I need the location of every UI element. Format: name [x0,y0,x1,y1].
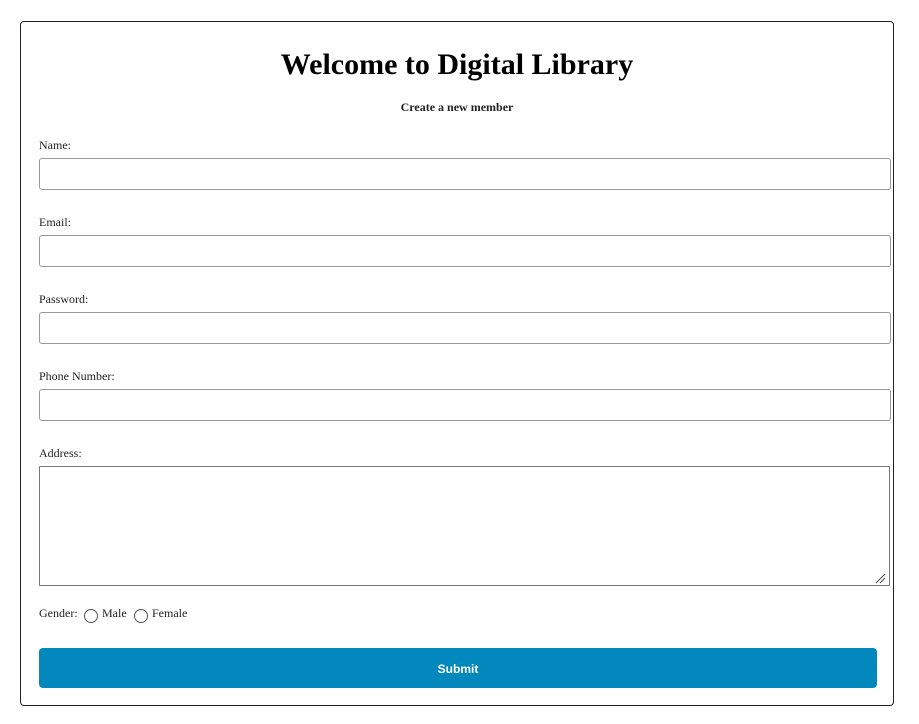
name-input[interactable] [39,158,891,190]
submit-button[interactable]: Submit [39,648,877,688]
password-input[interactable] [39,312,891,344]
name-label: Name: [39,138,71,152]
female-radio-label: Female [152,606,188,620]
male-radio-label: Male [102,606,127,620]
gender-label: Gender: [39,606,78,620]
form-subtitle: Create a new member [400,100,514,114]
phone-input[interactable] [39,389,891,421]
phone-label: Phone Number: [39,369,115,383]
resize-grip-icon[interactable] [874,572,886,584]
page-title: Welcome to Digital Library [280,48,634,81]
address-label: Address: [39,446,82,460]
password-label: Password: [39,292,89,306]
email-input[interactable] [39,235,891,267]
male-radio[interactable] [84,609,98,623]
email-label: Email: [39,215,71,229]
address-textarea[interactable] [39,466,890,586]
signup-form-card: Welcome to Digital Library Create a new … [20,21,894,706]
female-radio[interactable] [134,609,148,623]
